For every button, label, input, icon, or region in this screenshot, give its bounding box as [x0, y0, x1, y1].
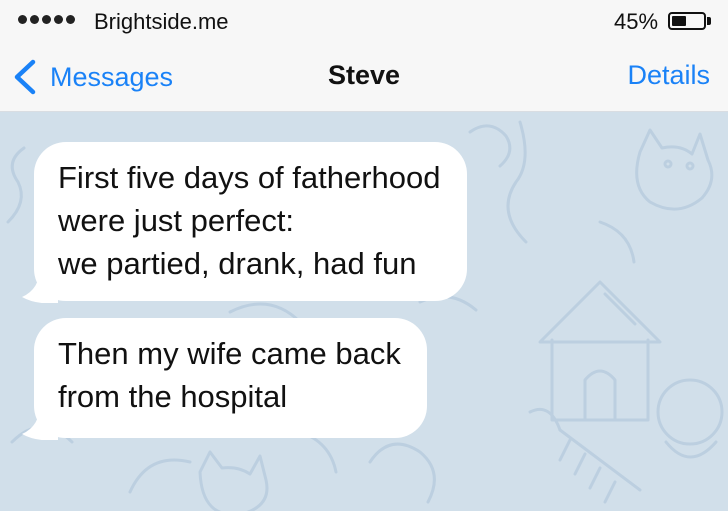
bubble-tail — [22, 400, 58, 440]
message-bubble[interactable]: First five days of fatherhood were just … — [22, 142, 467, 303]
message-text-line: were just perfect: — [58, 203, 295, 238]
bubble-tail — [22, 263, 58, 303]
message-text-line: Then my wife came back — [58, 336, 401, 371]
messages-screen: Brightside.me 45% Messages Steve Details — [0, 0, 728, 511]
battery-percentage: 45% — [614, 9, 659, 34]
message-text-line: First five days of fatherhood — [58, 160, 441, 195]
message-bubble[interactable]: Then my wife came back from the hospital — [22, 318, 427, 440]
conversation-title: Steve — [327, 60, 401, 90]
status-bar: Brightside.me 45% — [0, 0, 728, 44]
battery-icon — [668, 12, 706, 30]
battery-level-fill — [672, 16, 686, 26]
navigation-bar: Messages Steve Details — [0, 44, 728, 112]
carrier-name: Brightside.me — [94, 9, 229, 34]
chat-area[interactable]: First five days of fatherhood were just … — [0, 112, 728, 511]
message-text-line: we partied, drank, had fun — [58, 246, 417, 281]
message-text-line: from the hospital — [58, 379, 288, 414]
signal-strength-icon — [18, 15, 75, 24]
battery-tip — [707, 17, 711, 25]
details-button[interactable]: Details — [627, 60, 710, 91]
